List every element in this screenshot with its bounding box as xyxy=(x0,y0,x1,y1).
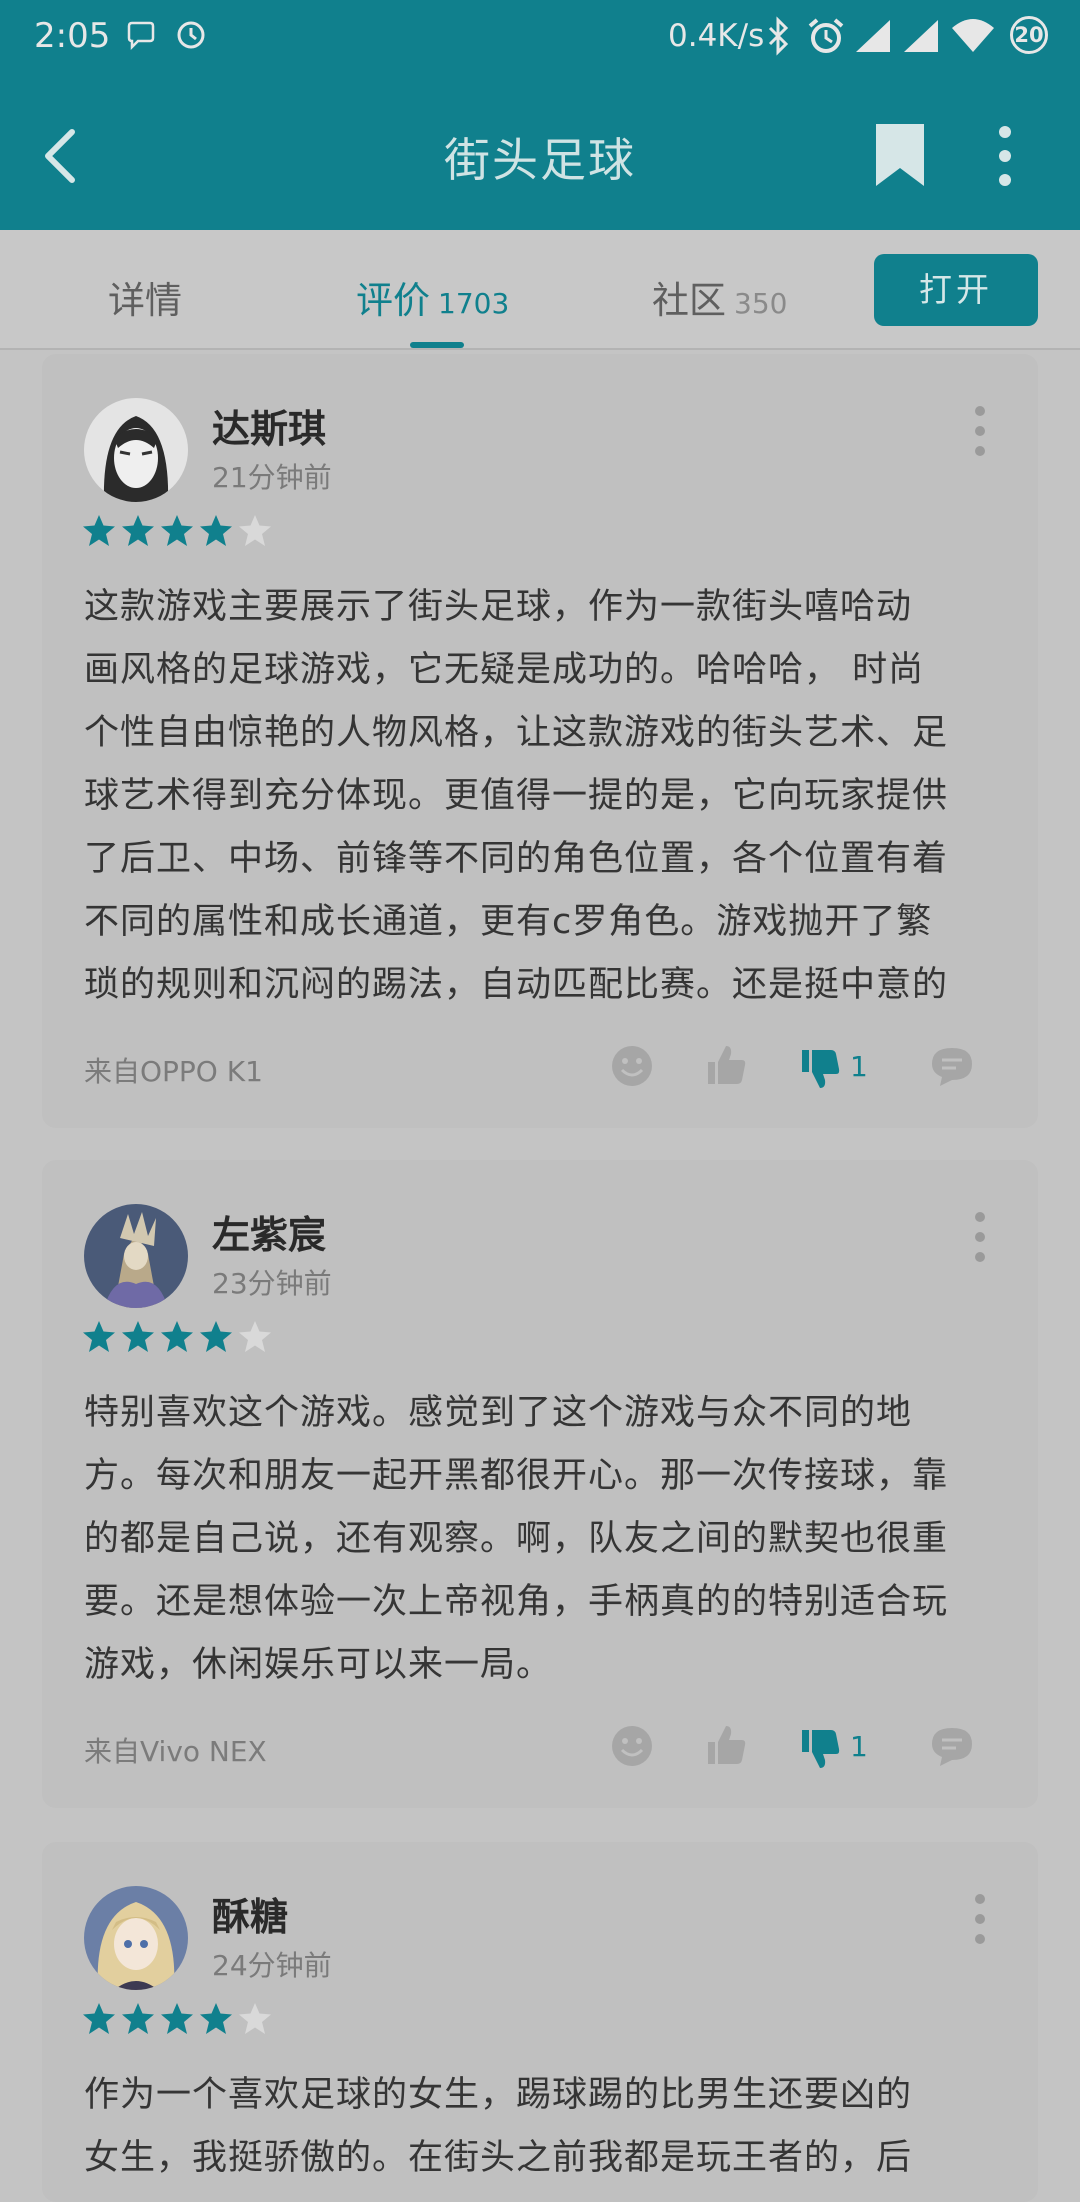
alarm-icon xyxy=(808,18,844,53)
review-text[interactable]: 这款游戏主要展示了街头足球，作为一款街头嘻哈动 画风格的足球游戏，它无疑是成功的。… xyxy=(84,576,1014,1017)
review-text-line: 琐的规则和沉闷的踢法，自动匹配比赛。还是挺中意的 xyxy=(84,965,949,1005)
tab-community[interactable]: 社区 350 xyxy=(652,270,787,324)
battery-icon: 20 xyxy=(1010,16,1048,54)
review-text[interactable]: 作为一个喜欢足球的女生，踢球踢的比男生还要凶的 女生，我挺骄傲的。在街头之前我都是… xyxy=(84,2064,1014,2190)
open-app-button[interactable]: 打开 xyxy=(874,254,1038,326)
review-text[interactable]: 特别喜欢这个游戏。感觉到了这个游戏与众不同的地 方。每次和朋友一起开黑都很开心。那… xyxy=(84,1382,1014,1697)
review-text-line: 这款游戏主要展示了街头足球，作为一款街头嘻哈动 xyxy=(84,587,913,627)
star-filled-icon xyxy=(200,2003,232,2034)
message-notification-icon xyxy=(127,21,155,50)
tab-label: 社区 xyxy=(652,279,726,322)
review-text-line: 球艺术得到充分体现。更值得一提的是，它向玩家提供 xyxy=(84,776,949,816)
star-filled-icon xyxy=(161,2003,193,2034)
net-speed: 0.4K/s xyxy=(668,18,765,54)
tab-label: 评价 xyxy=(356,279,430,322)
tab-count: 1703 xyxy=(438,287,510,320)
review-time: 24分钟前 xyxy=(212,1949,332,1982)
review-card: 酥糖 24分钟前 作为一个喜欢足球的女生，踢球踢的比男生还要凶的 女生，我挺骄傲的… xyxy=(42,1842,1038,2202)
review-text-line: 特别喜欢这个游戏。感觉到了这个游戏与众不同的地 xyxy=(84,1393,913,1433)
comment-icon[interactable] xyxy=(930,1724,974,1768)
dislike-count: 1 xyxy=(850,1730,868,1763)
thumbs-up-icon[interactable] xyxy=(704,1042,748,1086)
emoji-icon[interactable] xyxy=(610,1724,654,1768)
thumbs-down-icon[interactable] xyxy=(798,1048,842,1092)
tab-label: 详情 xyxy=(108,279,182,322)
thumbs-down-icon[interactable] xyxy=(798,1728,842,1772)
more-options-icon[interactable] xyxy=(972,1210,988,1264)
device-label: 来自Vivo NEX xyxy=(84,1735,267,1768)
dislike-count: 1 xyxy=(850,1050,868,1083)
status-time: 2:05 xyxy=(34,16,111,56)
reviewer-name[interactable]: 达斯琪 xyxy=(212,398,326,453)
avatar[interactable] xyxy=(84,398,188,502)
bluetooth-icon xyxy=(768,16,789,56)
more-options-icon[interactable] xyxy=(990,124,1020,188)
tab-details[interactable]: 详情 xyxy=(108,270,182,324)
star-filled-icon xyxy=(122,515,154,546)
star-filled-icon xyxy=(122,2003,154,2034)
review-text-line: 游戏，休闲娱乐可以来一局。 xyxy=(84,1645,553,1685)
bookmark-icon[interactable] xyxy=(872,120,928,190)
star-rating xyxy=(82,1320,277,1354)
star-filled-icon xyxy=(83,515,115,546)
status-bar: 2:05 0.4K/s 20 xyxy=(0,0,1080,80)
comment-icon[interactable] xyxy=(930,1044,974,1088)
star-filled-icon xyxy=(83,2003,115,2034)
more-options-icon[interactable] xyxy=(972,1892,988,1946)
clock-notification-icon xyxy=(177,21,205,49)
reviewer-name[interactable]: 酥糖 xyxy=(212,1886,288,1941)
battery-level: 20 xyxy=(1014,23,1044,47)
emoji-icon[interactable] xyxy=(610,1044,654,1088)
review-text-line: 作为一个喜欢足球的女生，踢球踢的比男生还要凶的 xyxy=(84,2075,913,2115)
review-time: 21分钟前 xyxy=(212,461,332,494)
signal-icon-1 xyxy=(856,20,890,52)
more-options-icon[interactable] xyxy=(972,404,988,458)
tab-reviews[interactable]: 评价 1703 xyxy=(356,270,509,324)
star-empty-icon xyxy=(239,515,271,546)
star-rating xyxy=(82,2002,277,2036)
device-label: 来自OPPO K1 xyxy=(84,1055,263,1088)
star-filled-icon xyxy=(122,1321,154,1352)
star-filled-icon xyxy=(200,515,232,546)
review-text-line: 方。每次和朋友一起开黑都很开心。那一次传接球，靠 xyxy=(84,1456,949,1496)
avatar[interactable] xyxy=(84,1204,188,1308)
star-filled-icon xyxy=(83,1321,115,1352)
review-text-line: 了后卫、中场、前锋等不同的角色位置，各个位置有着 xyxy=(84,839,949,879)
star-filled-icon xyxy=(200,1321,232,1352)
star-filled-icon xyxy=(161,1321,193,1352)
tab-bar: 详情 评价 1703 社区 350 打开 xyxy=(0,230,1080,350)
review-card: 达斯琪 21分钟前 这款游戏主要展示了街头足球，作为一款街头嘻哈动 画风格的足球游… xyxy=(42,354,1038,1128)
review-text-line: 要。还是想体验一次上帝视角，手柄真的的特别适合玩 xyxy=(84,1582,949,1622)
active-tab-indicator xyxy=(410,342,464,348)
star-rating xyxy=(82,514,277,548)
wifi-icon xyxy=(952,19,994,52)
review-card: 左紫宸 23分钟前 特别喜欢这个游戏。感觉到了这个游戏与众不同的地 方。每次和朋友… xyxy=(42,1160,1038,1808)
review-text-line: 不同的属性和成长通道，更有c罗角色。游戏抛开了繁 xyxy=(84,902,933,942)
app-bar: 街头足球 xyxy=(0,80,1080,230)
star-empty-icon xyxy=(239,1321,271,1352)
review-text-line: 个性自由惊艳的人物风格，让这款游戏的街头艺术、足 xyxy=(84,713,949,753)
star-empty-icon xyxy=(239,2003,271,2034)
avatar[interactable] xyxy=(84,1886,188,1990)
signal-icon-2 xyxy=(904,20,938,52)
review-text-line: 的都是自己说，还有观察。啊，队友之间的默契也很重 xyxy=(84,1519,949,1559)
tab-count: 350 xyxy=(734,287,788,320)
review-text-line: 女生，我挺骄傲的。在街头之前我都是玩王者的，后 xyxy=(84,2138,913,2178)
thumbs-up-icon[interactable] xyxy=(704,1722,748,1766)
reviewer-name[interactable]: 左紫宸 xyxy=(212,1204,326,1259)
review-time: 23分钟前 xyxy=(212,1267,332,1300)
review-text-line: 画风格的足球游戏，它无疑是成功的。哈哈哈， 时尚 xyxy=(84,650,925,690)
star-filled-icon xyxy=(161,515,193,546)
